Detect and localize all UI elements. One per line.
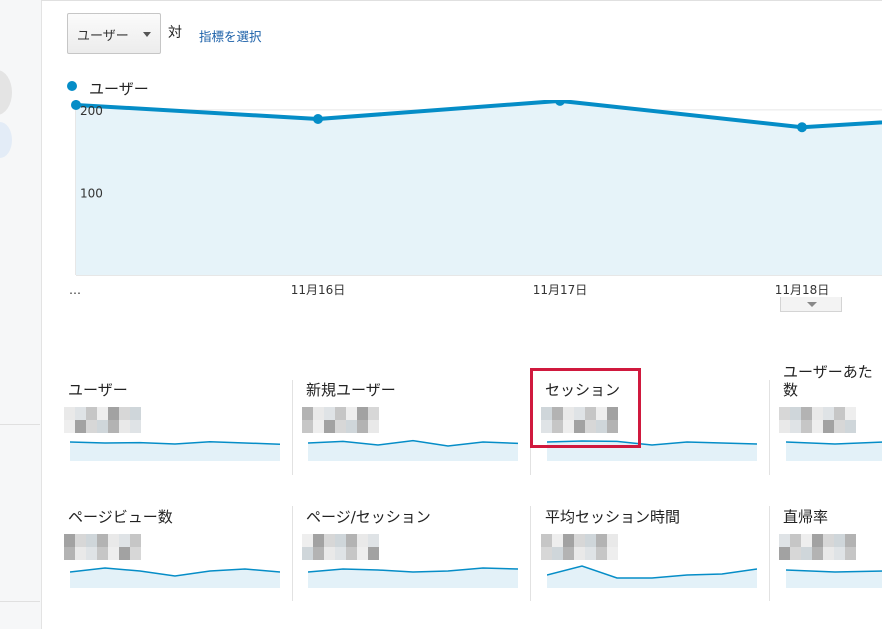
x-tick-label: 11月17日 [533, 283, 588, 297]
sparkline-area [547, 566, 757, 588]
scorecard-sparkline [70, 441, 280, 461]
scorecard-title-text: 平均セッション時間 [545, 508, 681, 526]
chart-collapse-button[interactable] [780, 297, 842, 312]
chart-area-fill [76, 100, 882, 275]
left-navigation-rail [0, 0, 42, 629]
rail-divider [0, 601, 40, 602]
scorecard-sparkline [308, 439, 518, 461]
highlight-box [530, 368, 641, 448]
x-tick-label: 11月18日 [775, 283, 830, 297]
scorecard-tile[interactable]: 新規ユーザー [302, 381, 536, 491]
scorecard-title-text: ページ/セッション [306, 508, 431, 526]
scorecard-tile[interactable]: ユーザーあた数 [779, 363, 882, 491]
scorecard-title: ユーザー [68, 381, 128, 399]
chart-data-point[interactable] [797, 122, 807, 133]
legend-dot-icon [67, 81, 77, 91]
scorecard-title-text: ユーザーあた [783, 363, 873, 381]
caret-down-icon [807, 302, 817, 307]
scorecard-title-text: ユーザー [68, 381, 128, 399]
nav-avatar-icon[interactable] [0, 70, 12, 115]
scorecard-sparkline [308, 567, 518, 588]
metric-select[interactable]: ユーザー [67, 13, 161, 54]
metric-select-value: ユーザー [77, 29, 129, 44]
nav-active-icon[interactable] [0, 122, 12, 158]
top-divider [41, 0, 882, 1]
sparkline-area [308, 568, 518, 588]
scorecard-sparkline [547, 565, 757, 588]
tile-divider [769, 380, 770, 475]
scorecard-title-text: 新規ユーザー [306, 381, 396, 399]
scorecard-title-text: 直帰率 [783, 508, 829, 526]
scorecard-sparkline [70, 567, 280, 588]
scorecard-title: 平均セッション時間 [545, 508, 680, 526]
tile-divider [292, 506, 293, 601]
versus-label: 対 [168, 25, 182, 41]
y-tick-label: 200 [80, 104, 103, 118]
x-tick-label: 11月16日 [291, 283, 346, 297]
scorecard-title: ユーザーあた数 [783, 363, 873, 399]
legend-label: ユーザー [89, 80, 149, 98]
x-tick-label: … [69, 283, 81, 297]
sparkline-area [308, 440, 518, 461]
chart-data-point[interactable] [313, 113, 323, 124]
scorecard-tile[interactable]: ページビュー数 [64, 508, 298, 618]
rail-divider [0, 424, 40, 425]
sparkline-area [70, 568, 280, 588]
scorecard-sparkline [786, 569, 882, 588]
scorecard-title: ページ/セッション [306, 508, 431, 526]
scorecard-sparkline [786, 441, 882, 461]
users-line-chart[interactable]: 200 100 … 11月16日 11月17日 11月18日 [66, 100, 882, 300]
scorecard-tile[interactable]: ページ/セッション [302, 508, 536, 618]
y-tick-label: 100 [80, 186, 103, 200]
choose-metric-link[interactable]: 指標を選択 [199, 26, 262, 45]
scorecard-title: 直帰率 [783, 508, 828, 526]
scorecard-title-text: 数 [783, 381, 799, 399]
scorecard-title-text: ページビュー数 [68, 508, 173, 526]
scorecard-title: 新規ユーザー [306, 381, 396, 399]
scorecard-tile[interactable]: ユーザー [64, 381, 298, 491]
chevron-down-icon [143, 32, 151, 37]
scorecard-tile[interactable]: 直帰率 [779, 508, 882, 618]
scorecard-title: ページビュー数 [68, 508, 173, 526]
scorecard-tile[interactable]: 平均セッション時間 [541, 508, 775, 618]
tile-divider [530, 506, 531, 601]
tile-divider [769, 506, 770, 601]
tile-divider [292, 380, 293, 475]
